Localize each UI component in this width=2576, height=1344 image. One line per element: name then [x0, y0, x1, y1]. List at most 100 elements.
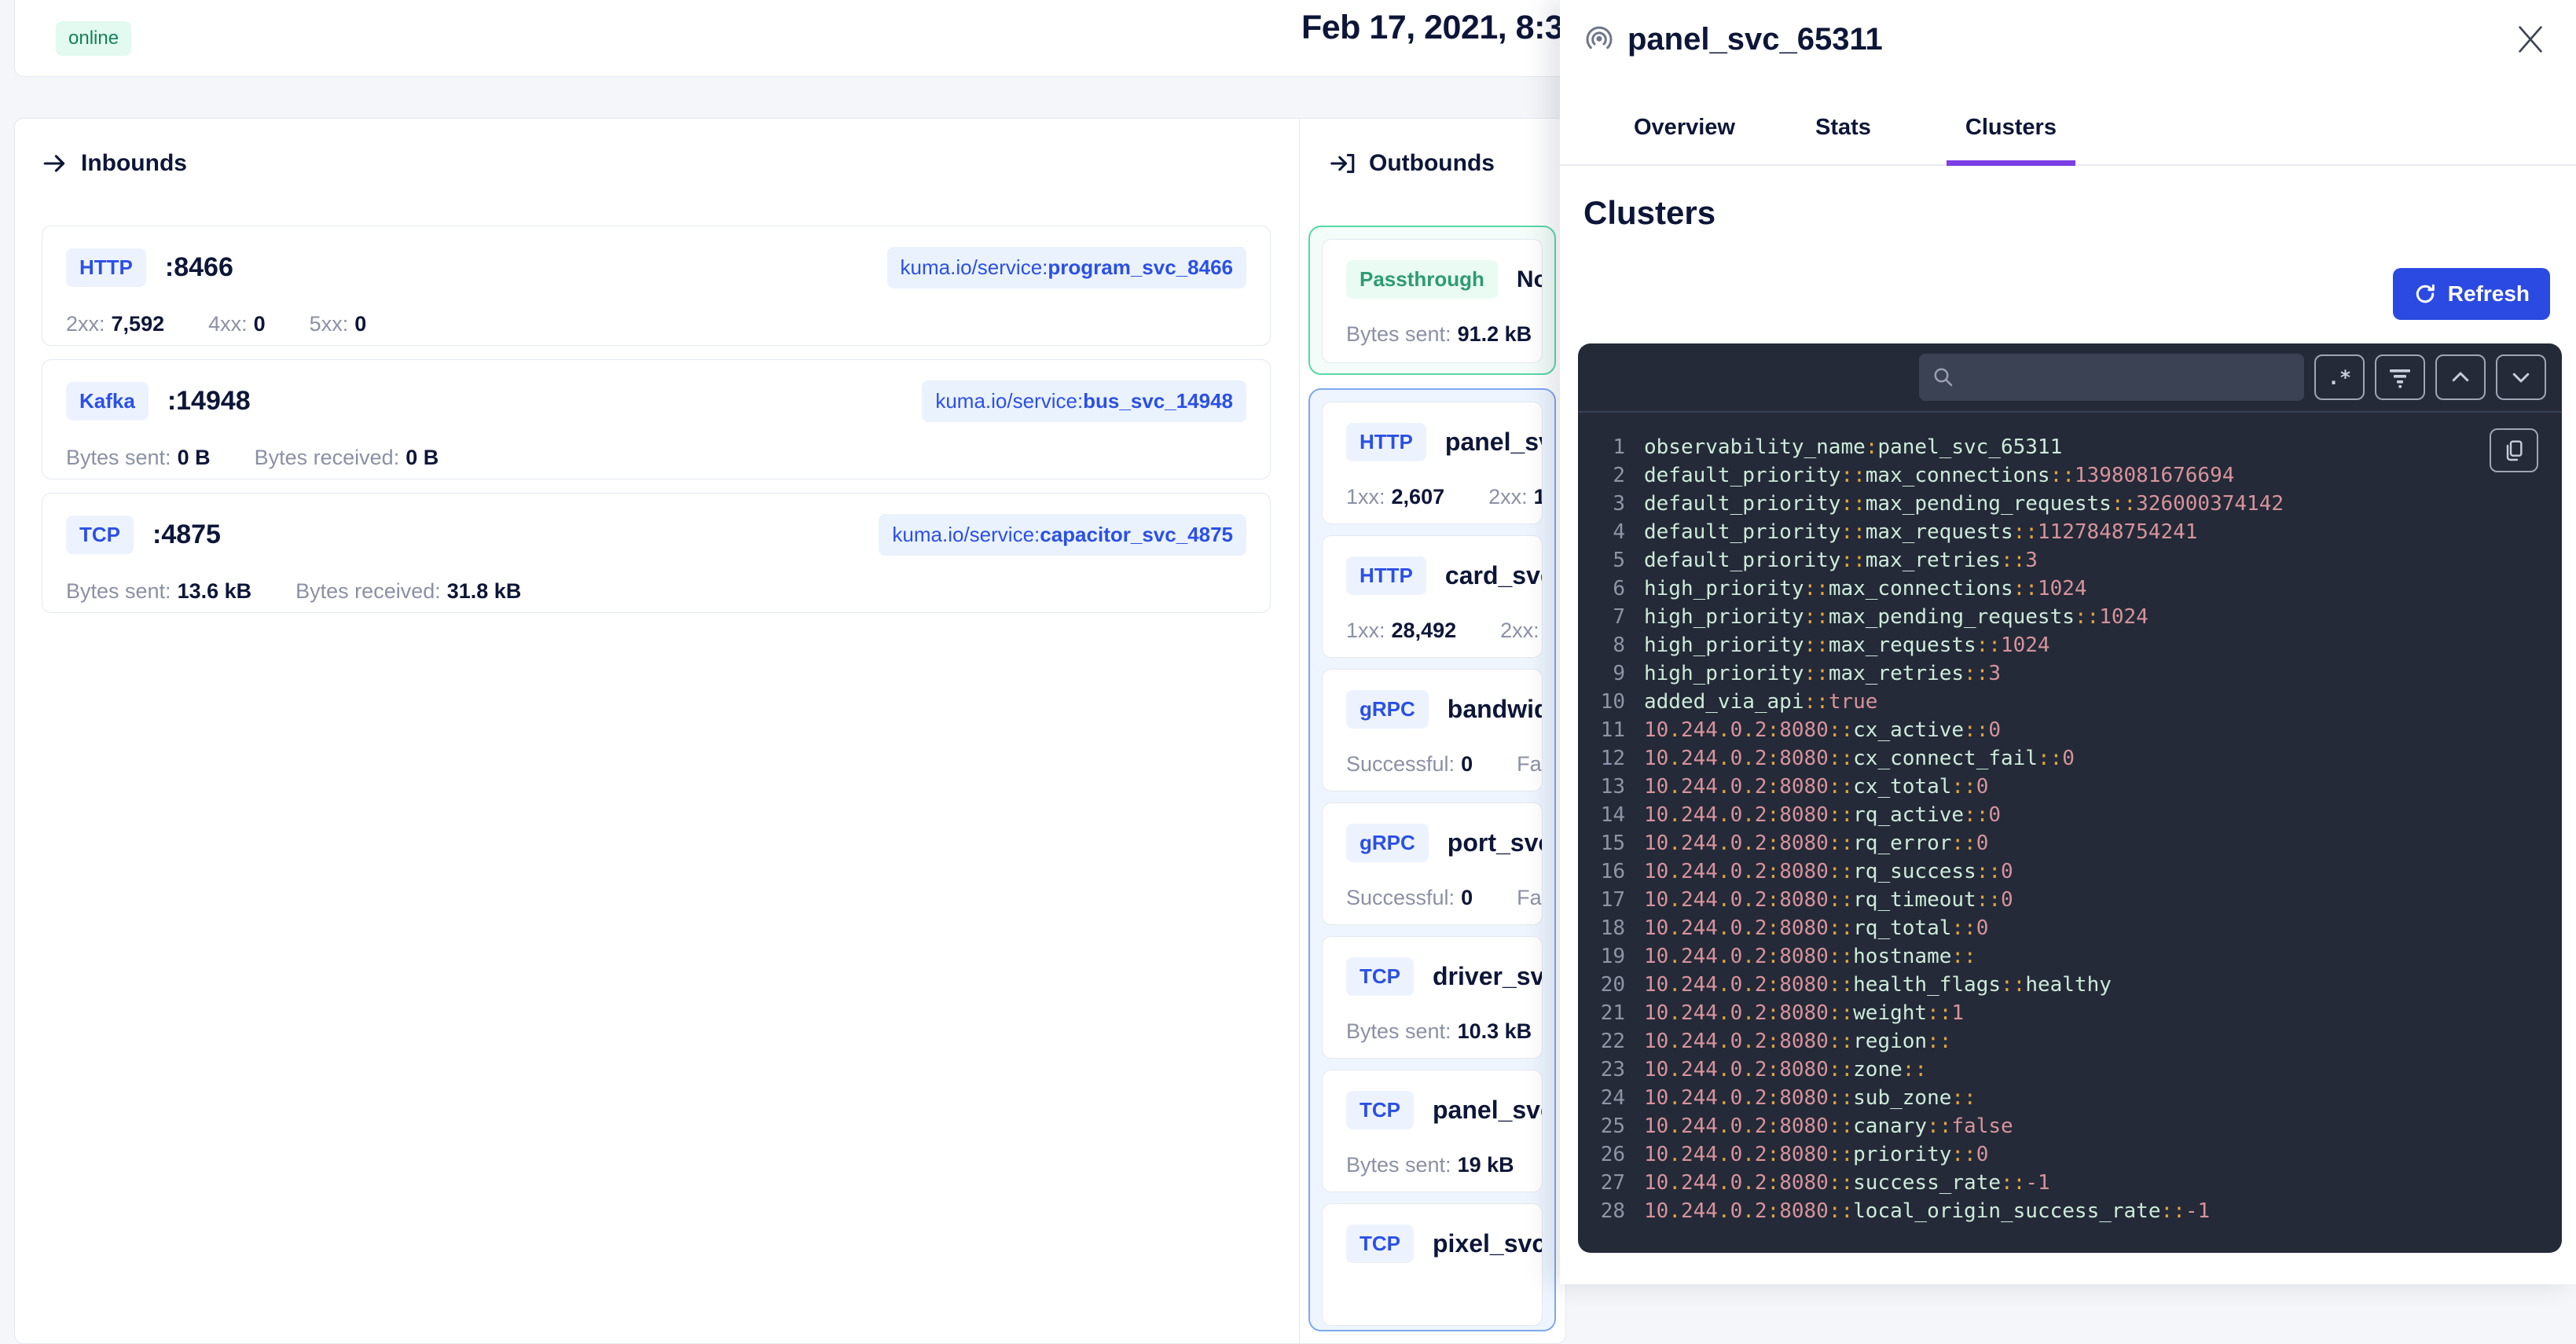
search-input[interactable] [1955, 353, 2304, 402]
code-line: 3default_priority::max_pending_requests:… [1594, 490, 2562, 518]
stat: Faile [1517, 886, 1543, 910]
port-label: :14948 [167, 386, 251, 417]
code-line: 1710.244.0.2:8080::rq_timeout::0 [1594, 886, 2562, 914]
service-tag[interactable]: kuma.io/service:bus_svc_14948 [922, 380, 1246, 422]
close-icon [2512, 21, 2548, 57]
card-stats: 1xx:28,4922xx:57 [1346, 619, 1518, 643]
protocol-badge: TCP [1346, 1091, 1414, 1129]
code-line: 1510.244.0.2:8080::rq_error::0 [1594, 829, 2562, 857]
stat: Bytes sent:91.2 kB [1346, 322, 1532, 347]
service-tag[interactable]: kuma.io/service:program_svc_8466 [887, 247, 1246, 288]
section-title: Clusters [1583, 194, 2576, 232]
online-status-badge: online [56, 21, 131, 56]
code-line: 10added_via_api::true [1594, 688, 2562, 716]
stat: 5xx:0 [310, 312, 367, 336]
code-line: 8high_priority::max_requests::1024 [1594, 631, 2562, 659]
stat: 1xx:28,492 [1346, 619, 1456, 643]
protocol-badge: HTTP [1346, 556, 1426, 595]
code-line: 1810.244.0.2:8080::rq_total::0 [1594, 914, 2562, 942]
tab-clusters[interactable]: Clusters [1947, 115, 2075, 166]
close-button[interactable] [2508, 17, 2552, 61]
code-line: 1110.244.0.2:8080::cx_active::0 [1594, 716, 2562, 744]
outbounds-section: Outbounds Passthrough Non Bytes sent:91.… [1299, 119, 1565, 1343]
drawer-title-text: panel_svc_65311 [1627, 22, 1883, 57]
protocol-badge: HTTP [1346, 423, 1426, 461]
inbound-list: HTTP :8466 kuma.io/service:program_svc_846… [42, 226, 1271, 613]
service-tag[interactable]: kuma.io/service:capacitor_svc_4875 [879, 514, 1246, 556]
code-line: 2310.244.0.2:8080::zone:: [1594, 1056, 2562, 1084]
copy-button[interactable] [2490, 428, 2538, 472]
stat: Bytes sent:19 kB [1346, 1153, 1514, 1177]
code-line: 2610.244.0.2:8080::priority::0 [1594, 1140, 2562, 1169]
code-line: 9high_priority::max_retries::3 [1594, 659, 2562, 688]
code-line: 2110.244.0.2:8080::weight::1 [1594, 999, 2562, 1027]
filter-icon [2387, 365, 2413, 390]
inbound-card: TCP :4875 kuma.io/service:capacitor_svc_48… [42, 493, 1271, 613]
find-previous-button[interactable] [2435, 354, 2486, 400]
inbounds-title: Inbounds [81, 150, 187, 177]
card-stats: 1xx:2,6072xx:1,60 [1346, 485, 1518, 509]
stat: Successful:0 [1346, 886, 1473, 910]
outbound-card: TCPpixel_svc_9 [1322, 1203, 1543, 1326]
code-line: 4default_priority::max_requests::1127848… [1594, 518, 2562, 546]
outbounds-title: Outbounds [1369, 150, 1495, 177]
protocol-badge: TCP [1346, 1225, 1414, 1263]
traffic-panel: Inbounds HTTP :8466 kuma.io/service:progra… [14, 118, 1566, 1344]
search-box[interactable] [1919, 354, 2304, 401]
code-line: 1610.244.0.2:8080::rq_success::0 [1594, 857, 2562, 886]
refresh-icon [2413, 282, 2437, 306]
stat: 2xx:1,60 [1488, 485, 1543, 509]
card-stats: Successful:0Faile [1346, 886, 1518, 910]
inbound-card: HTTP :8466 kuma.io/service:program_svc_846… [42, 226, 1271, 346]
stat: Faile [1517, 752, 1543, 777]
refresh-button[interactable]: Refresh [2393, 268, 2550, 320]
protocol-badge: Kafka [66, 382, 149, 420]
outbound-card: gRPCport_svc_Successful:0Faile [1322, 802, 1543, 925]
protocol-badge: gRPC [1346, 824, 1429, 862]
tab-stats[interactable]: Stats [1811, 115, 1876, 164]
stat: 1xx:2,607 [1346, 485, 1444, 509]
port-label: :8466 [165, 252, 233, 283]
drawer-title: panel_svc_65311 [1583, 22, 2576, 57]
protocol-badge: TCP [66, 516, 134, 554]
tab-overview[interactable]: Overview [1629, 115, 1740, 164]
code-line: 2510.244.0.2:8080::canary::false [1594, 1112, 2562, 1140]
find-next-button[interactable] [2496, 354, 2546, 400]
port-label: :4875 [152, 520, 221, 550]
arrow-right-icon [42, 150, 68, 177]
code-lines: 1observability_name:panel_svc_653112defa… [1578, 413, 2562, 1225]
card-stats: 2xx:7,5924xx:05xx:0 [66, 312, 1246, 336]
card-stats: Bytes sent:19 kBB [1346, 1153, 1518, 1177]
service-name: panel_svc [1445, 428, 1543, 457]
service-name: panel_svc_ [1433, 1096, 1543, 1125]
clusters-code-panel: .* 1observability_name:panel_svc_653112d… [1578, 343, 2562, 1253]
code-line: 2210.244.0.2:8080::region:: [1594, 1027, 2562, 1056]
inbounds-header: Inbounds [42, 150, 1271, 177]
card-stats: Bytes sent:13.6 kBBytes received:31.8 kB [66, 579, 1246, 604]
refresh-label: Refresh [2448, 281, 2530, 307]
code-line: 2810.244.0.2:8080::local_origin_success_… [1594, 1197, 2562, 1225]
stat: 2xx:57 [1500, 619, 1543, 643]
regex-toggle-button[interactable]: .* [2314, 354, 2365, 400]
filter-button[interactable] [2375, 354, 2425, 400]
card-stats: Bytes sent:91.2 kB [1346, 322, 1518, 347]
protocol-badge: gRPC [1346, 690, 1429, 729]
card-stats: Bytes sent:0 BBytes received:0 B [66, 446, 1246, 470]
code-line: 1observability_name:panel_svc_65311 [1594, 433, 2562, 461]
passthrough-card: Passthrough Non Bytes sent:91.2 kB [1322, 239, 1543, 363]
chevron-down-icon [2509, 365, 2533, 389]
protocol-badge: Passthrough [1346, 260, 1498, 299]
timestamp-heading: Feb 17, 2021, 8:3 [1301, 9, 1563, 47]
code-line: 1410.244.0.2:8080::rq_active::0 [1594, 801, 2562, 829]
dataplane-drawer: panel_svc_65311 Overview Stats Clusters … [1560, 0, 2576, 1284]
drawer-header: panel_svc_65311 [1560, 0, 2576, 88]
outbound-card: HTTPcard_svc_1xx:28,4922xx:57 [1322, 535, 1543, 658]
inbounds-section: Inbounds HTTP :8466 kuma.io/service:progra… [15, 119, 1299, 1343]
stat: 4xx:0 [208, 312, 266, 336]
code-line: 7high_priority::max_pending_requests::10… [1594, 603, 2562, 631]
code-toolbar: .* [1578, 343, 2562, 413]
drawer-tabs: Overview Stats Clusters [1560, 88, 2576, 166]
code-line: 2710.244.0.2:8080::success_rate::-1 [1594, 1169, 2562, 1197]
stat: Bytes received:0 B [255, 446, 439, 470]
protocol-badge: HTTP [66, 248, 146, 287]
